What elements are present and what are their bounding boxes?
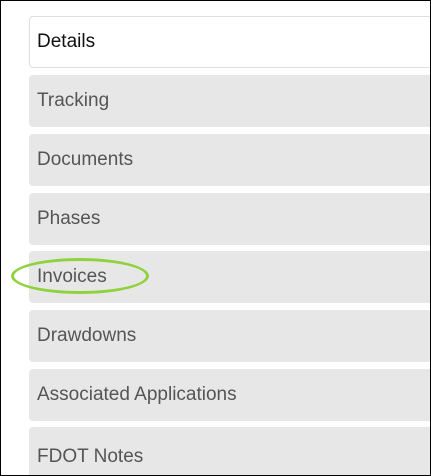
tab-invoices[interactable]: Invoices <box>29 251 430 303</box>
tab-documents-label: Documents <box>37 149 134 170</box>
tab-tracking[interactable]: Tracking <box>29 75 430 127</box>
tab-fdot-notes-label: FDOT Notes <box>37 446 144 467</box>
tab-drawdowns-label: Drawdowns <box>37 325 137 346</box>
tab-phases[interactable]: Phases <box>29 193 430 245</box>
tab-documents[interactable]: Documents <box>29 134 430 186</box>
tab-drawdowns[interactable]: Drawdowns <box>29 310 430 362</box>
tab-invoices-label: Invoices <box>37 266 107 287</box>
screenshot-frame: Details Tracking Documents Phases Invoic… <box>0 0 431 476</box>
tab-associated-applications-label: Associated Applications <box>37 384 237 405</box>
tab-associated-applications[interactable]: Associated Applications <box>29 369 430 421</box>
vertical-tab-list: Details Tracking Documents Phases Invoic… <box>29 1 430 475</box>
tab-tracking-label: Tracking <box>37 90 110 111</box>
tab-phases-label: Phases <box>37 208 101 229</box>
tab-details[interactable]: Details <box>29 16 430 68</box>
tab-fdot-notes[interactable]: FDOT Notes <box>29 427 430 475</box>
tab-details-label: Details <box>37 31 96 52</box>
